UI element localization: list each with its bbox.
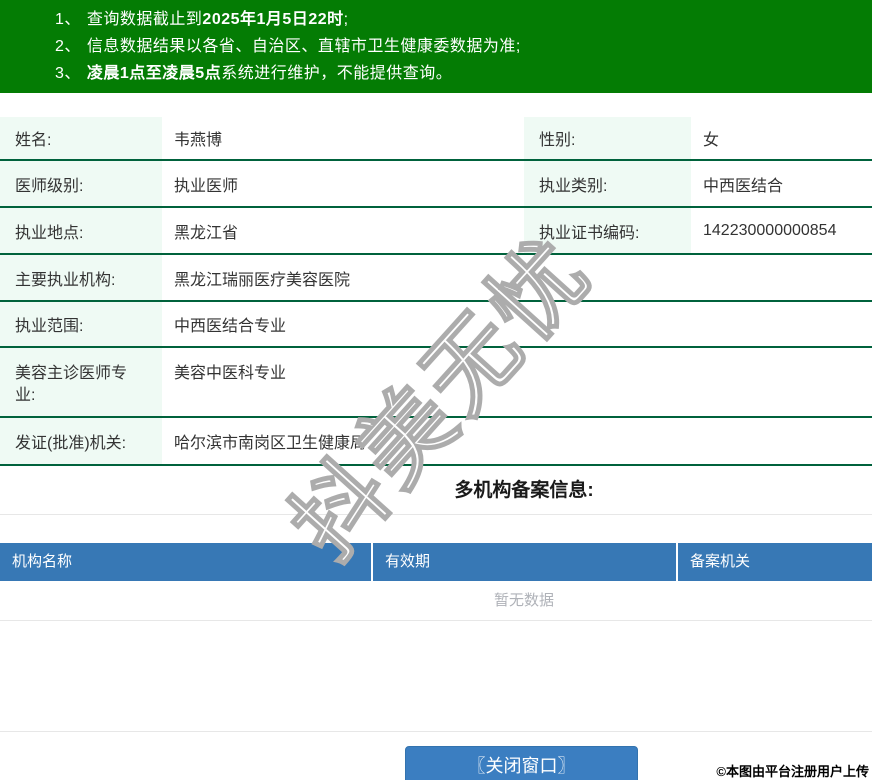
org-col-institution-name: 机构名称 <box>12 553 73 570</box>
field-label-name: 姓名: <box>0 117 162 159</box>
field-label-gender: 性别: <box>524 117 691 159</box>
notice-text-bold: 2025年1月5日22时 <box>202 11 344 28</box>
notice-line-3: 3、 凌晨1点至凌晨5点系统进行维护，不能提供查询。 <box>0 60 872 87</box>
close-window-button[interactable]: 〖关闭窗口〗 <box>405 746 638 780</box>
notice-text: 信息数据结果以各省、自治区、直辖市卫生健康委数据为准; <box>86 38 521 55</box>
field-value-practice-location: 黑龙江省 <box>174 224 239 242</box>
field-label-issuing-authority: 发证(批准)机关: <box>0 418 162 464</box>
field-value-doctor-level: 执业医师 <box>174 177 239 195</box>
field-label-practice-category: 执业类别: <box>524 161 691 206</box>
field-label-certificate-no: 执业证书编码: <box>524 208 691 253</box>
field-label-doctor-level: 医师级别: <box>0 161 162 206</box>
org-table-header: 机构名称 有效期 备案机关 <box>0 543 872 581</box>
notice-number: 3、 <box>55 65 81 82</box>
notice-line-2: 2、 信息数据结果以各省、自治区、直辖市卫生健康委数据为准; <box>0 33 872 60</box>
table-row: 姓名: 韦燕博 性别: 女 <box>0 117 872 161</box>
field-label-practice-scope: 执业范围: <box>0 302 162 346</box>
field-value-gender: 女 <box>703 132 720 149</box>
notice-number: 1、 <box>55 11 81 28</box>
table-row: 主要执业机构: 黑龙江瑞丽医疗美容医院 <box>0 255 872 302</box>
notice-line-1: 1、 查询数据截止到2025年1月5日22时; <box>0 6 872 33</box>
field-label-cosmetic-specialty: 美容主诊医师专业: <box>0 348 162 416</box>
field-label-main-institution: 主要执业机构: <box>0 255 162 300</box>
field-value-practice-category: 中西医结合 <box>703 177 784 195</box>
table-row: 医师级别: 执业医师 执业类别: 中西医结合 <box>0 161 872 208</box>
field-value-cosmetic-specialty: 美容中医科专业 <box>174 365 287 382</box>
practitioner-info-table: 姓名: 韦燕博 性别: 女 医师级别: 执业医师 执业类别: 中西医结合 执业地… <box>0 117 872 466</box>
table-row: 执业范围: 中西医结合专业 <box>0 302 872 348</box>
field-value-name: 韦燕博 <box>174 132 223 149</box>
org-col-filing-authority: 备案机关 <box>676 543 872 581</box>
table-row: 发证(批准)机关: 哈尔滨市南岗区卫生健康局 <box>0 418 872 466</box>
multi-org-section-title: 多机构备案信息: <box>0 466 872 515</box>
notice-banner: 1、 查询数据截止到2025年1月5日22时; 2、 信息数据结果以各省、自治区、直… <box>0 0 872 93</box>
table-row: 执业地点: 黑龙江省 执业证书编码: 142230000000854 <box>0 208 872 255</box>
notice-text: ; <box>343 11 349 28</box>
field-value-main-institution: 黑龙江瑞丽医疗美容医院 <box>174 271 351 289</box>
divider <box>0 731 872 732</box>
field-value-issuing-authority: 哈尔滨市南岗区卫生健康局 <box>174 435 367 452</box>
notice-number: 2、 <box>55 38 81 55</box>
field-label-practice-location: 执业地点: <box>0 208 162 253</box>
notice-text: 系统进行维护，不能提供查询。 <box>221 65 453 82</box>
upload-credit-text: ©本图由平台注册用户上传 <box>716 764 869 779</box>
field-value-certificate-no: 142230000000854 <box>703 221 837 239</box>
notice-text: 查询数据截止到 <box>86 11 203 28</box>
org-col-validity-period: 有效期 <box>371 543 676 581</box>
notice-text-bold: 凌晨1点至凌晨5点 <box>86 65 222 82</box>
empty-state-text: 暂无数据 <box>0 581 872 621</box>
table-row: 美容主诊医师专业: 美容中医科专业 <box>0 348 872 418</box>
field-value-practice-scope: 中西医结合专业 <box>174 318 287 335</box>
query-result-page: 1、 查询数据截止到2025年1月5日22时; 2、 信息数据结果以各省、自治区、直… <box>0 0 872 780</box>
